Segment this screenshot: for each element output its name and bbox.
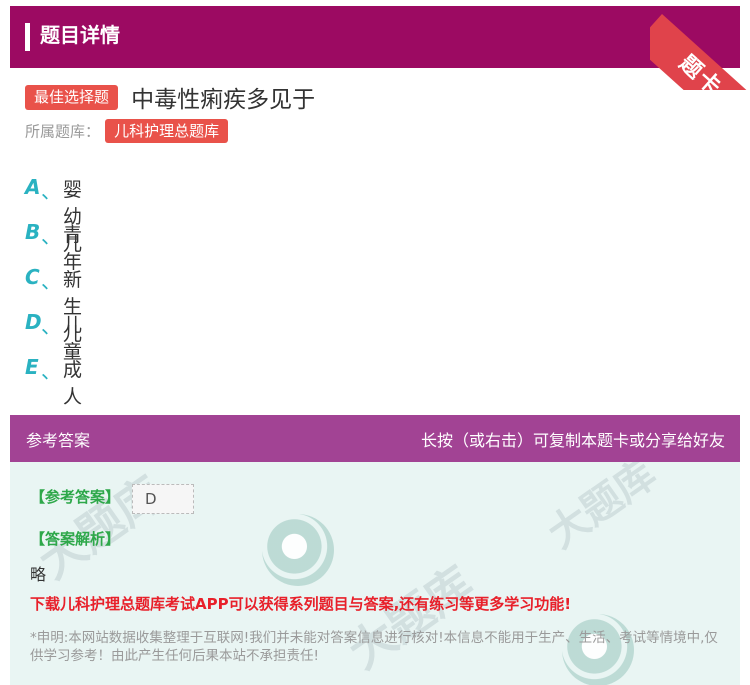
answer-bar: 参考答案 长按（或右击）可复制本题卡或分享给好友 (10, 415, 740, 462)
question-text: 中毒性痢疾多见于 (131, 87, 316, 113)
option-separator: 、 (41, 314, 61, 338)
disclaimer-text: *申明:本网站数据收集整理于互联网!我们并未能对答案信息进行核对!本信息不能用于… (30, 630, 718, 664)
answer-panel: 大题库 大题库 大题库 【参考答案】 D 【答案解析】 略 下载儿科护理总题库考… (10, 462, 740, 685)
answer-bar-title: 参考答案 (26, 431, 91, 450)
header-accent-bar (25, 23, 30, 51)
option-letter: C (25, 265, 40, 289)
question-type-badge: 最佳选择题 (25, 84, 119, 110)
ribbon-label: 题卡 (650, 14, 750, 90)
analysis-text: 略 (30, 565, 47, 584)
option-letter: E (25, 355, 39, 379)
option-separator: 、 (41, 269, 61, 293)
answer-label: 【参考答案】 (30, 488, 121, 506)
option-separator: 、 (41, 359, 61, 383)
option-letter: B (25, 220, 41, 244)
question-card-ribbon[interactable]: 题卡 (650, 0, 750, 90)
option-separator: 、 (41, 179, 61, 203)
question-bank-link[interactable]: 儿科护理总题库 (105, 119, 229, 143)
download-app-link[interactable]: 下载儿科护理总题库考试APP可以获得系列题目与答案,还有练习等更多学习功能! (30, 593, 571, 614)
question-bank-row: 所属题库： 儿科护理总题库 (25, 119, 229, 145)
question-row: 最佳选择题 中毒性痢疾多见于 (25, 80, 315, 113)
share-hint: 长按（或右击）可复制本题卡或分享给好友 (420, 431, 725, 450)
analysis-label: 【答案解析】 (30, 530, 121, 548)
page-header: 题目详情 (10, 6, 740, 68)
watermark-text: 大题库 (539, 462, 665, 558)
option-text: 成人 (63, 359, 83, 408)
question-bank-label: 所属题库： (25, 122, 101, 141)
watermark-text: 大题库 (28, 465, 173, 590)
option-separator: 、 (41, 224, 61, 248)
option-letter: A (25, 175, 41, 199)
page-title: 题目详情 (40, 23, 120, 47)
option-letter: D (25, 310, 42, 334)
answer-value: D (132, 484, 194, 514)
watermark-logo-icon (262, 514, 334, 586)
